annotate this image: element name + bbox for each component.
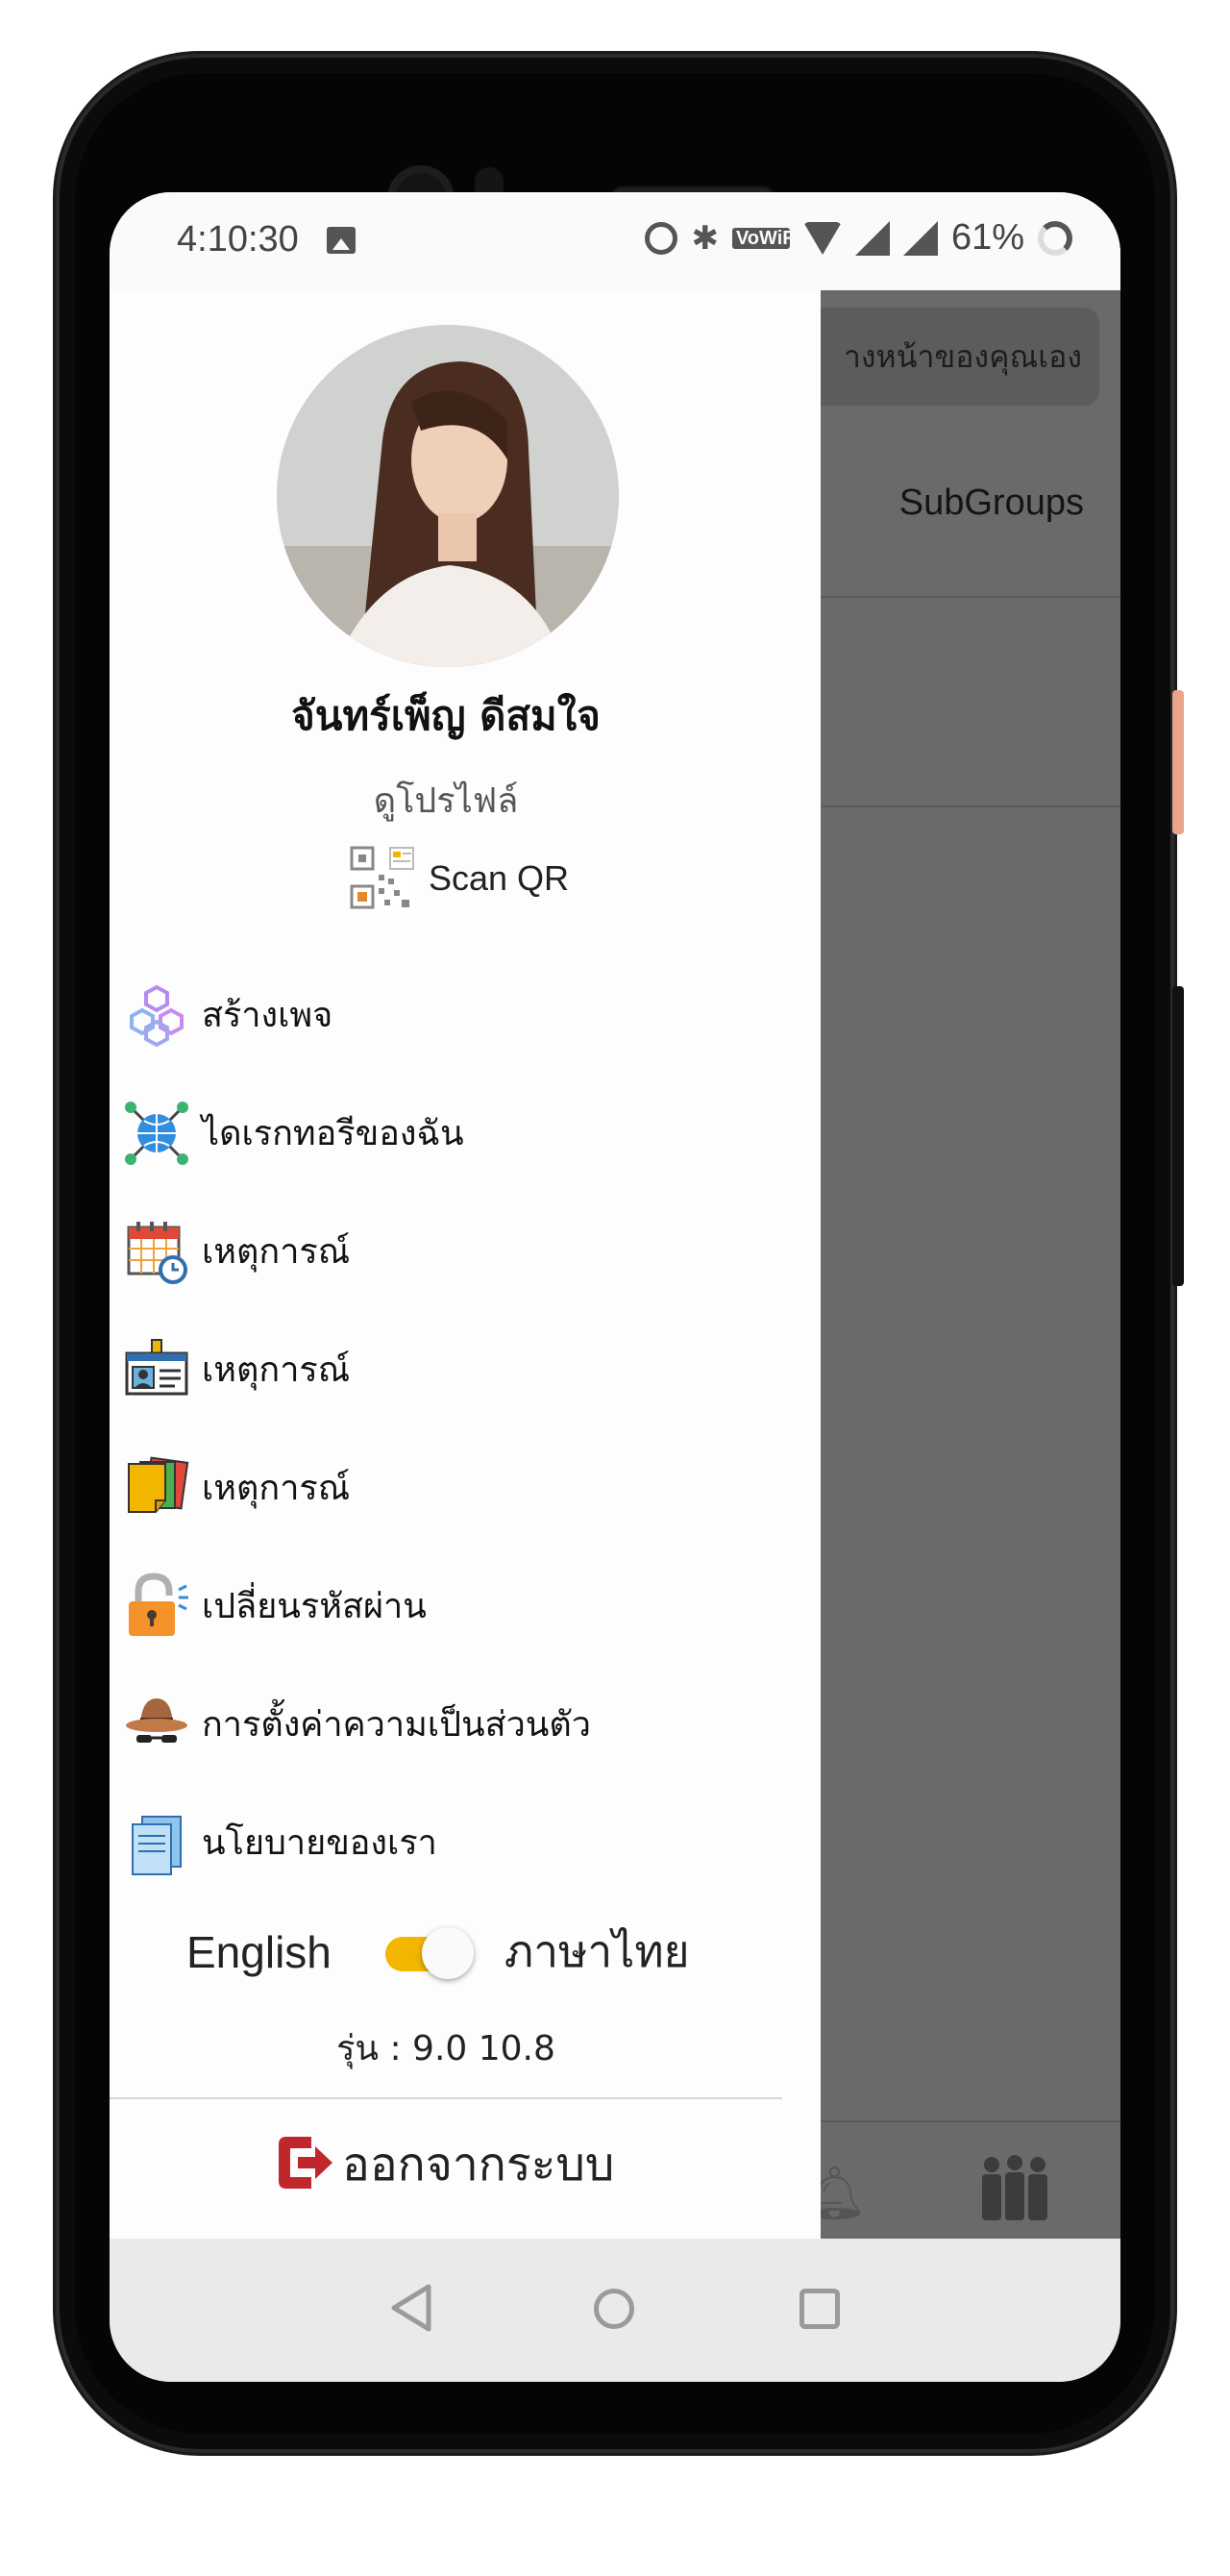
menu-item-label: สร้างเพจ (202, 996, 333, 1035)
navigation-drawer: จันทร์เพ็ญ ดีสมใจ ดูโปรไฟล์ Scan QR สร้า… (110, 290, 821, 2239)
alarm-icon (645, 221, 678, 255)
background-header-pill: างหน้าของคุณเอง (801, 308, 1099, 406)
system-navigation-bar (110, 2239, 1120, 2382)
id-card-icon (123, 1336, 190, 1403)
status-icons: ✱ VoWiFi2 61% (645, 217, 1072, 259)
language-thai-label[interactable]: ภาษาไทย (504, 1917, 690, 1987)
documents-icon (123, 1809, 190, 1876)
avatar[interactable] (277, 325, 619, 667)
volume-button (1172, 986, 1184, 1286)
power-button (1172, 690, 1184, 834)
menu-item-label: เหตุการณ์ (202, 1350, 351, 1390)
menu-item-label: นโยบายของเรา (202, 1823, 437, 1863)
app-version: รุ่น : 9.0 10.8 (336, 2029, 555, 2068)
battery-icon (1038, 220, 1072, 256)
bluetooth-icon: ✱ (691, 219, 719, 257)
menu-item-create-page[interactable]: สร้างเพจ (123, 955, 796, 1074)
background-subgroups-label: SubGroups (898, 483, 1084, 523)
people-icon (976, 2155, 1053, 2238)
qr-code-icon (350, 846, 415, 911)
scan-qr-button[interactable]: Scan QR (350, 846, 569, 911)
language-toggle[interactable] (384, 1925, 474, 1979)
screen: 4:10:30 ✱ VoWiFi2 61% างหน้าของคุณเอง Su… (110, 192, 1120, 2382)
signal-roaming-icon (902, 220, 938, 256)
drawer-menu: สร้างเพจ ไดเรกทอรีของฉัน เหตุการณ์ เหตุก… (123, 955, 796, 1901)
signal-icon (854, 220, 890, 256)
menu-item-our-policy[interactable]: นโยบายของเรา (123, 1783, 796, 1901)
drawer-divider (110, 2097, 782, 2099)
status-time: 4:10:30 (177, 219, 299, 260)
back-icon[interactable] (390, 2283, 432, 2337)
logout-button[interactable]: ออกจากระบบ (273, 2128, 614, 2201)
language-switch: English ภาษาไทย (186, 1917, 725, 1987)
toggle-knob (421, 1926, 474, 1979)
hexagon-cluster-icon (123, 981, 190, 1049)
menu-item-change-password[interactable]: เปลี่ยนรหัสผ่าน (123, 1547, 796, 1665)
menu-item-label: ไดเรกทอรีของฉัน (202, 1114, 464, 1153)
menu-item-privacy-settings[interactable]: การตั้งค่าความเป็นส่วนตัว (123, 1665, 796, 1783)
language-english-label[interactable]: English (186, 1926, 332, 1978)
status-bar: 4:10:30 ✱ VoWiFi2 61% (110, 192, 1120, 290)
menu-item-my-directory[interactable]: ไดเรกทอรีของฉัน (123, 1074, 796, 1192)
logout-icon (273, 2131, 336, 2198)
calendar-clock-icon (123, 1218, 190, 1285)
image-notification-icon (327, 227, 356, 254)
view-profile-link[interactable]: ดูโปรไฟล์ (110, 773, 782, 828)
menu-item-label: การตั้งค่าความเป็นส่วนตัว (202, 1705, 591, 1745)
battery-percent: 61% (950, 217, 1024, 258)
home-icon[interactable] (594, 2289, 634, 2329)
menu-item-label: เปลี่ยนรหัสผ่าน (202, 1587, 427, 1626)
menu-item-events-calendar[interactable]: เหตุการณ์ (123, 1192, 796, 1310)
menu-item-label: เหตุการณ์ (202, 1232, 351, 1272)
spy-hat-icon (123, 1691, 190, 1758)
recent-apps-icon[interactable] (800, 2289, 840, 2329)
vowifi-icon: VoWiFi2 (731, 227, 810, 249)
menu-item-events-notes[interactable]: เหตุการณ์ (123, 1428, 796, 1547)
scan-qr-label: Scan QR (429, 858, 570, 898)
menu-item-events-badge[interactable]: เหตุการณ์ (123, 1310, 796, 1428)
menu-item-label: เหตุการณ์ (202, 1469, 351, 1508)
globe-network-icon (123, 1100, 190, 1167)
sticky-notes-icon (123, 1454, 190, 1522)
padlock-icon (123, 1572, 190, 1640)
wifi-icon (802, 221, 842, 255)
user-name: จันทร์เพ็ญ ดีสมใจ (291, 692, 601, 739)
logout-label: ออกจากระบบ (342, 2138, 615, 2192)
